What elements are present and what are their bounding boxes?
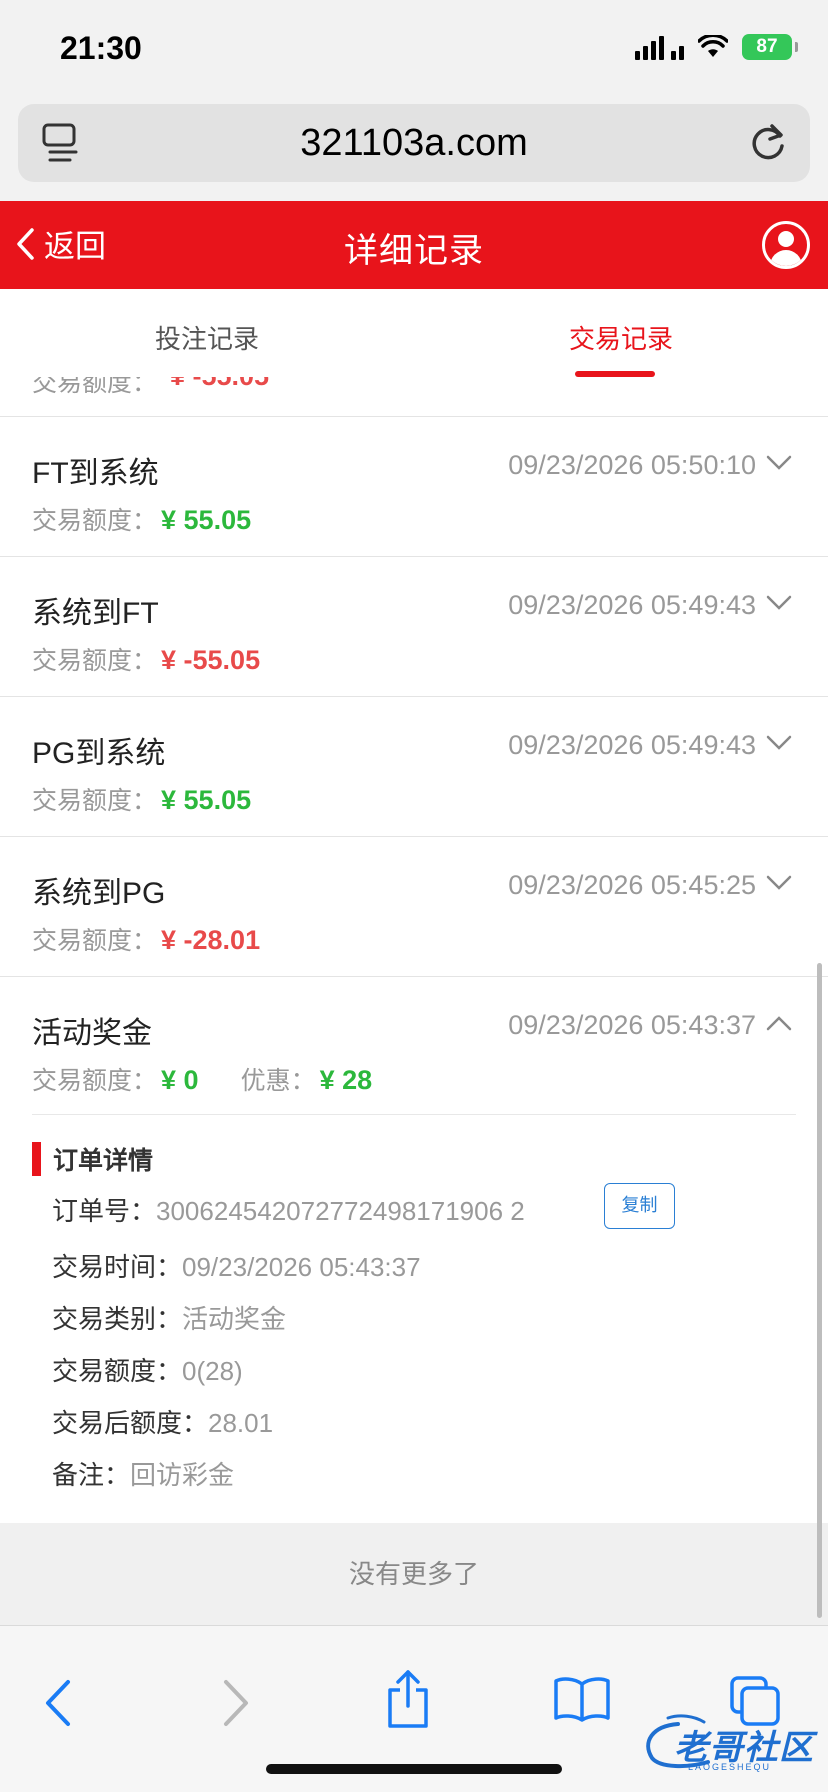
amount-label: 交易额度： [32,1067,158,1095]
amount-label: 交易额度： [32,377,158,397]
record-title: PG到系统 [32,737,166,770]
order-detail-heading: 订单详情 [32,1141,153,1177]
record-tabs: 投注记录 交易记录 [0,289,828,377]
list-item[interactable]: 交易额度： ¥ -55.05 [0,377,828,417]
order-number-label: 订单号： [52,1196,157,1226]
transaction-category-row: 交易类别：活动奖金 [52,1299,286,1336]
order-detail-title: 订单详情 [53,1147,154,1175]
bookmarks-icon[interactable] [552,1676,612,1722]
amount-label: 交易额度： [32,927,158,955]
home-indicator[interactable] [266,1764,562,1774]
user-avatar-icon[interactable] [762,221,810,269]
record-amount-row: 交易额度： ¥ -55.05 [32,641,260,677]
list-item[interactable]: FT到系统 09/23/2026 05:50:10 交易额度： ¥ 55.05 [0,417,828,557]
chevron-down-icon[interactable] [766,875,792,891]
transaction-amount-value: 0(28) [182,1356,243,1386]
record-title: 系统到FT [32,597,159,630]
status-time: 21:30 [60,30,142,66]
transaction-category-label: 交易类别： [52,1304,183,1334]
no-more-indicator: 没有更多了 [0,1523,828,1625]
transaction-amount-label: 交易额度： [52,1356,183,1386]
promo-value: ¥ 28 [319,1065,373,1095]
promo-label: 优惠： [240,1067,316,1095]
transaction-time-value: 09/23/2026 05:43:37 [182,1252,421,1282]
balance-after-row: 交易后额度：28.01 [52,1403,273,1440]
heading-accent-bar [32,1142,41,1176]
record-time: 09/23/2026 05:50:10 [508,450,756,480]
transaction-amount-row: 交易额度：0(28) [52,1351,243,1388]
amount-label: 交易额度： [32,787,158,815]
list-item[interactable]: 系统到PG 09/23/2026 05:45:25 交易额度： ¥ -28.01 [0,837,828,977]
battery-indicator: 87 [742,34,798,60]
list-item[interactable]: 系统到FT 09/23/2026 05:49:43 交易额度： ¥ -55.05 [0,557,828,697]
url-text[interactable]: 321103a.com [18,122,810,165]
record-time: 09/23/2026 05:49:43 [508,730,756,760]
divider [32,1114,796,1115]
chevron-up-icon[interactable] [766,1015,792,1031]
record-title: 活动奖金 [32,1017,152,1050]
remark-row: 备注：回访彩金 [52,1455,234,1492]
balance-after-label: 交易后额度： [52,1408,209,1438]
tab-bet-records[interactable]: 投注记录 [0,289,414,377]
order-number-row: 订单号：300624542072772498171906 2 [52,1191,525,1228]
wifi-icon [698,35,728,57]
order-number-value: 300624542072772498171906 2 [156,1196,525,1226]
tab-transaction-records[interactable]: 交易记录 [414,289,828,377]
remark-value: 回访彩金 [130,1460,235,1490]
chevron-down-icon[interactable] [766,735,792,751]
page-title: 详细记录 [344,232,484,270]
chevron-down-icon[interactable] [766,455,792,471]
record-amount-row: 交易额度： ¥ -28.01 [32,921,260,957]
reload-icon[interactable] [746,120,790,166]
transaction-list: 交易额度： ¥ -55.05 FT到系统 09/23/2026 05:50:10… [0,377,828,1523]
back-arrow-icon[interactable] [42,1678,74,1728]
amount-value: ¥ -28.01 [161,925,261,955]
record-amount-row: 交易额度： ¥ 0 优惠： ¥ 28 [32,1061,372,1097]
app-header: 返回 详细记录 [0,201,828,289]
amount-label: 交易额度： [32,647,158,675]
list-item-expanded[interactable]: 活动奖金 09/23/2026 05:43:37 交易额度： ¥ 0 优惠： ¥… [0,977,828,1523]
address-bar[interactable]: 321103a.com [18,104,810,182]
status-icons: 87 [635,34,798,60]
amount-value: ¥ -55.05 [170,377,269,392]
amount-label: 交易额度： [32,507,158,535]
record-title: FT到系统 [32,457,159,490]
record-amount-row: 交易额度： ¥ 55.05 [32,781,251,817]
amount-value: ¥ 0 [161,1065,199,1095]
transaction-time-row: 交易时间：09/23/2026 05:43:37 [52,1247,421,1284]
watermark-subtext: LAOGESHEQU [688,1762,772,1772]
cellular-signal-icon [635,34,684,60]
status-bar: 21:30 87 [0,0,828,100]
remark-label: 备注： [52,1460,131,1490]
transaction-category-value: 活动奖金 [182,1304,287,1334]
amount-value: ¥ 55.05 [161,785,252,815]
copy-button[interactable]: 复制 [604,1183,675,1229]
record-time: 09/23/2026 05:43:37 [508,1010,756,1040]
watermark-logo: 老哥社区 LAOGESHEQU [638,1712,818,1772]
scrollbar[interactable] [817,963,822,1618]
record-time: 09/23/2026 05:45:25 [508,870,756,900]
amount-value: ¥ -55.05 [161,645,261,675]
balance-after-value: 28.01 [208,1408,274,1438]
forward-arrow-icon[interactable] [220,1678,252,1728]
amount-value: ¥ 55.05 [161,505,252,535]
battery-level: 87 [756,36,778,57]
record-title: 系统到PG [32,877,166,910]
record-amount-row: 交易额度： ¥ 55.05 [32,501,251,537]
list-item[interactable]: PG到系统 09/23/2026 05:49:43 交易额度： ¥ 55.05 [0,697,828,837]
chevron-down-icon[interactable] [766,595,792,611]
record-time: 09/23/2026 05:49:43 [508,590,756,620]
transaction-time-label: 交易时间： [52,1252,183,1282]
share-icon[interactable] [384,1668,432,1730]
